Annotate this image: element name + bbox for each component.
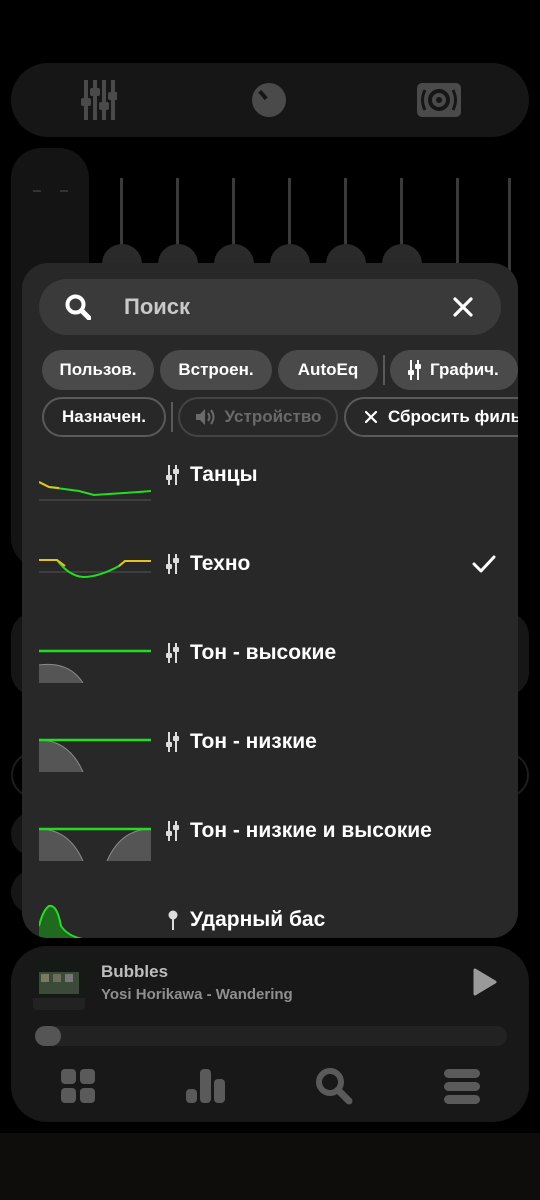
track-artist-album: Yosi Horikawa - Wandering (101, 986, 293, 1003)
speaker-tab-icon[interactable] (409, 63, 469, 137)
filter-graphic-label: Графич. (430, 360, 499, 379)
preset-item[interactable]: Тон - высокие (22, 623, 518, 712)
graphic-eq-icon (166, 732, 179, 752)
filter-device-chip[interactable]: Устройство (178, 397, 338, 437)
playback-progress[interactable] (35, 1026, 507, 1046)
preset-item[interactable]: Тон - низкие и высокие (22, 801, 518, 890)
equalizer-tab-icon[interactable] (69, 63, 129, 137)
chip-divider (171, 402, 173, 432)
grid-icon (61, 1069, 95, 1103)
bars-icon (186, 1069, 225, 1103)
checkmark-icon (472, 554, 496, 579)
parametric-eq-icon (168, 910, 178, 930)
filter-builtin-chip[interactable]: Встроен. (160, 350, 272, 390)
search-input[interactable]: Поиск (124, 294, 190, 320)
mini-player: Bubbles Yosi Horikawa - Wandering (11, 946, 529, 1122)
preset-item[interactable]: Ударный бас (22, 890, 518, 938)
nav-equalizer-button[interactable] (184, 1064, 228, 1108)
track-title: Bubbles (101, 962, 169, 981)
search-icon (65, 294, 92, 325)
preset-name: Тон - высокие (190, 641, 337, 664)
preset-curve-thumbnail (39, 904, 83, 938)
preset-curve-thumbnail (39, 481, 151, 501)
graphic-eq-icon (166, 821, 179, 841)
graphic-eq-icon (166, 554, 179, 574)
filter-assigned-chip[interactable]: Назначен. (42, 397, 166, 437)
filter-graphic-chip[interactable]: Графич. (390, 350, 518, 390)
preset-name: Танцы (190, 463, 258, 486)
menu-icon (444, 1069, 480, 1104)
preset-picker-sheet: Поиск Пользов. Встроен. AutoEq Графич. Н… (22, 263, 518, 938)
preset-curve-thumbnail (39, 827, 151, 861)
graphic-eq-icon (166, 465, 179, 485)
filter-device-label: Устройство (224, 407, 322, 426)
search-bar[interactable]: Поиск (39, 279, 501, 335)
play-icon (473, 968, 497, 996)
knob-tab-icon[interactable] (239, 63, 299, 137)
play-button[interactable] (471, 968, 497, 1001)
nav-search-button[interactable] (312, 1064, 356, 1108)
preset-item[interactable]: Техно (22, 534, 518, 623)
preset-name: Техно (190, 552, 251, 575)
top-toolbar (11, 63, 529, 137)
progress-fill (35, 1026, 61, 1046)
close-icon (364, 410, 378, 424)
reset-filters-label: Сбросить филь (388, 407, 518, 426)
preset-name: Тон - низкие (190, 730, 317, 753)
filter-autoeq-chip[interactable]: AutoEq (278, 350, 378, 390)
preset-item[interactable]: Тон - низкие (22, 712, 518, 801)
preset-curve-thumbnail (39, 738, 151, 772)
search-icon (316, 1068, 353, 1105)
preset-item[interactable]: Танцы (22, 445, 518, 534)
reset-filters-chip[interactable]: Сбросить филь (344, 397, 518, 437)
preset-curve-thumbnail (39, 649, 151, 683)
volume-icon (195, 409, 215, 425)
album-art[interactable] (33, 958, 85, 1010)
filter-user-chip[interactable]: Пользов. (42, 350, 154, 390)
chip-divider (383, 355, 385, 385)
graphic-eq-icon (408, 360, 421, 380)
preset-name: Тон - низкие и высокие (190, 819, 432, 842)
system-nav-area (0, 1133, 540, 1200)
graphic-eq-icon (166, 643, 179, 663)
preset-name: Ударный бас (190, 908, 326, 931)
nav-menu-button[interactable] (440, 1064, 484, 1108)
preset-curve-thumbnail (39, 559, 151, 579)
nav-library-button[interactable] (56, 1064, 100, 1108)
close-icon[interactable] (449, 293, 477, 321)
